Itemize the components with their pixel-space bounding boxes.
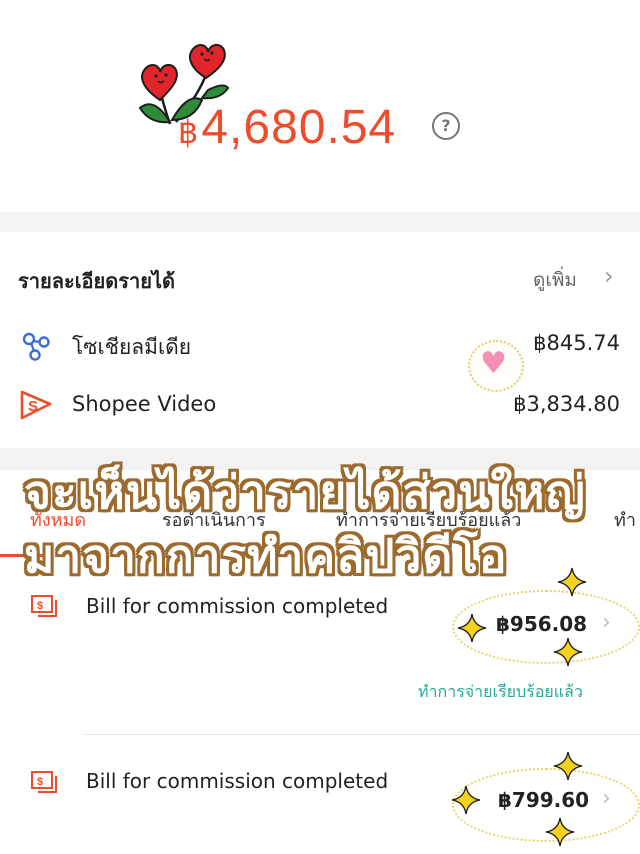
- heart-icon: ♥: [480, 346, 507, 381]
- svg-text:$: $: [37, 776, 43, 788]
- income-details-title: รายละเอียดรายได้: [18, 269, 175, 293]
- social-media-label: โซเชียลมีเดีย: [72, 335, 192, 359]
- help-icon[interactable]: ?: [432, 112, 460, 140]
- caption-line-2: มาจากการทำคลิปวิดีโอ: [24, 529, 508, 583]
- bill-title: Bill for commission completed: [86, 769, 389, 793]
- caption-line-1: จะเห็นได้ว่ารายได้ส่วนใหญ่: [24, 465, 586, 519]
- bill-title: Bill for commission completed: [86, 594, 389, 618]
- tab-more[interactable]: ทำ: [614, 505, 636, 534]
- svg-text:S: S: [28, 398, 38, 415]
- see-more-link[interactable]: ดูเพิ่ม: [533, 265, 577, 295]
- balance-amount: 4,680.54: [201, 101, 397, 154]
- bill-amount[interactable]: ฿956.08: [496, 612, 587, 636]
- bill-icon: $: [31, 771, 57, 793]
- svg-text:$: $: [37, 600, 43, 612]
- shopee-video-label: Shopee Video: [72, 392, 217, 416]
- chevron-right-icon[interactable]: ›: [604, 262, 614, 290]
- currency-symbol: ฿: [178, 114, 200, 150]
- chevron-right-icon[interactable]: ›: [602, 610, 611, 635]
- total-balance: ฿4,680.54: [178, 100, 396, 155]
- bill-divider: [84, 734, 640, 735]
- chevron-right-icon[interactable]: ›: [602, 786, 611, 811]
- bill-amount[interactable]: ฿799.60: [498, 788, 589, 812]
- social-share-icon: [22, 332, 50, 361]
- section-separator: [0, 212, 640, 232]
- paid-status: ทำการจ่ายเรียบร้อยแล้ว: [418, 682, 583, 701]
- shopee-video-value: ฿3,834.80: [513, 392, 620, 416]
- bill-icon: $: [31, 595, 57, 617]
- shopee-video-icon: S: [20, 390, 52, 420]
